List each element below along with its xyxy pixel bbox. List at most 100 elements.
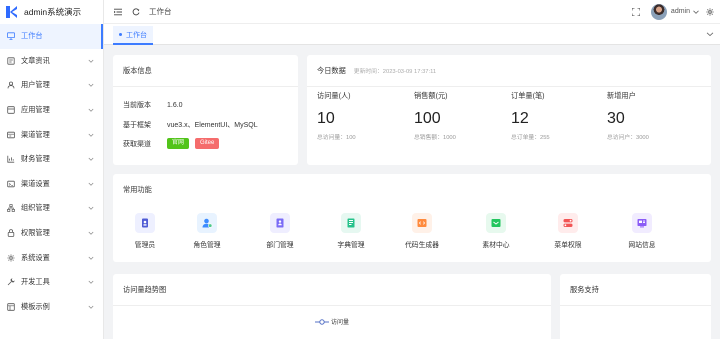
framework-row: 基于框架 vue3.x、ElementUI、MySQL	[123, 120, 258, 130]
sidebar-item[interactable]: 权限管理	[0, 221, 103, 246]
fullscreen-icon[interactable]	[632, 7, 641, 16]
tab-label: 工作台	[126, 31, 147, 39]
stat-label: 新增用户	[607, 91, 636, 100]
function-item[interactable]: 菜单权限	[533, 213, 603, 249]
monitor-icon	[7, 32, 15, 41]
logo[interactable]: admin系统演示	[0, 0, 103, 24]
sidebar-item-label: 系统设置	[21, 252, 50, 262]
website-icon	[632, 213, 652, 233]
legend-line-icon	[315, 318, 329, 325]
update-time: 更新时间：2023-03-09 17:37:11	[353, 69, 437, 75]
chevron-down-icon	[87, 254, 95, 262]
function-label: 角色管理	[193, 242, 221, 249]
dictionary-icon	[341, 213, 361, 233]
function-label: 素材中心	[482, 242, 510, 249]
sidebar-item[interactable]: 开发工具	[0, 270, 103, 295]
template-icon	[7, 303, 15, 311]
chevron-down-icon	[87, 278, 95, 286]
menu-permission-icon	[558, 213, 578, 233]
today-card-title: 今日数据	[317, 66, 346, 75]
divider	[307, 86, 711, 87]
function-item[interactable]: 素材中心	[461, 213, 531, 249]
legend-label: 访问量	[331, 320, 350, 326]
sidebar-item[interactable]: 用户管理	[0, 73, 103, 98]
admin-icon	[135, 213, 155, 233]
function-label: 管理员	[134, 242, 156, 249]
stat-orders: 订单量(笔) 12 总订单量：255	[511, 91, 550, 141]
stat-total: 总销售额：1000	[414, 135, 456, 141]
version-card-title: 版本信息	[123, 66, 152, 75]
function-item[interactable]: 角色管理	[172, 213, 242, 249]
sidebar-item[interactable]: 财务管理	[0, 147, 103, 172]
sidebar-item[interactable]: 工作台	[0, 24, 103, 49]
tabs-chevron-down-icon[interactable]	[706, 30, 714, 38]
tab-dot	[119, 33, 122, 36]
chevron-down-icon	[87, 180, 95, 188]
tab-workbench[interactable]: 工作台	[113, 26, 153, 45]
official-site-tag[interactable]: 官网	[167, 138, 190, 149]
functions-card-title: 常用功能	[123, 185, 152, 194]
chevron-down-icon	[87, 57, 95, 65]
sidebar-item[interactable]: 系统设置	[0, 245, 103, 270]
stat-label: 订单量(笔)	[511, 91, 545, 100]
function-label: 代码生成器	[405, 242, 439, 249]
chevron-down-icon	[87, 155, 95, 163]
framework-key: 基于框架	[123, 122, 151, 129]
chevron-down-icon	[87, 131, 95, 139]
sidebar-item[interactable]: 组织管理	[0, 196, 103, 221]
stat-total: 总访问户：3000	[607, 135, 649, 141]
function-label: 字典管理	[337, 242, 365, 249]
username[interactable]: admin	[671, 8, 690, 15]
function-item[interactable]: 网站信息	[607, 213, 677, 249]
refresh-icon[interactable]	[131, 7, 140, 16]
sidebar-item-label: 用户管理	[21, 80, 50, 90]
chart-legend[interactable]: 访问量	[315, 317, 349, 326]
sidebar-item[interactable]: 渠道管理	[0, 122, 103, 147]
avatar[interactable]	[650, 3, 667, 20]
channel-settings-icon	[7, 180, 15, 188]
menu-toggle-icon[interactable]	[113, 7, 122, 16]
channel-key: 获取渠道	[123, 140, 151, 148]
function-label: 部门管理	[266, 242, 294, 249]
sidebar-item[interactable]: 文章资讯	[0, 49, 103, 74]
stat-value: 30	[607, 110, 625, 127]
function-label: 菜单权限	[554, 242, 582, 249]
gear-icon	[7, 254, 15, 262]
user-icon	[7, 81, 15, 89]
framework-value: vue3.x、ElementUI、MySQL	[167, 122, 258, 129]
function-item[interactable]: 字典管理	[316, 213, 386, 249]
version-card: 版本信息 当前版本 1.6.0 基于框架 vue3.x、ElementUI、My…	[113, 55, 298, 165]
breadcrumb[interactable]: 工作台	[149, 6, 172, 17]
sidebar-item-label: 文章资讯	[21, 55, 50, 65]
function-item[interactable]: 管理员	[110, 213, 180, 249]
chevron-down-icon	[87, 81, 95, 89]
today-data-card: 今日数据 更新时间：2023-03-09 17:37:11 访问量(人) 10 …	[307, 55, 711, 165]
sidebar-item[interactable]: 模板示例	[0, 295, 103, 320]
material-icon	[486, 213, 506, 233]
function-label: 网站信息	[628, 242, 656, 249]
department-icon	[270, 213, 290, 233]
sidebar-item-label: 应用管理	[21, 105, 50, 115]
function-item[interactable]: 部门管理	[245, 213, 315, 249]
sidebar-item[interactable]: 渠道设置	[0, 172, 103, 197]
gitee-tag[interactable]: Gitee	[195, 138, 220, 149]
divider	[560, 305, 711, 306]
stat-value: 100	[414, 110, 441, 127]
version-key: 当前版本	[123, 102, 151, 109]
stat-new-users: 新增用户 30 总访问户：3000	[607, 91, 649, 141]
chevron-down-icon[interactable]	[693, 9, 699, 15]
stat-label: 销售额(元)	[414, 91, 448, 100]
stat-value: 10	[317, 110, 335, 127]
sidebar-item[interactable]: 应用管理	[0, 98, 103, 123]
gear-icon[interactable]	[706, 7, 714, 16]
sidebar-item-label: 组织管理	[21, 203, 50, 213]
sidebar: admin系统演示 工作台文章资讯用户管理应用管理渠道管理 财务管理 渠道设置组织管…	[0, 0, 104, 339]
sidebar-item-label: 工作台	[21, 31, 43, 41]
header: 工作台 admin	[104, 0, 720, 24]
stat-total: 总访问量：100	[317, 135, 356, 141]
app-title: admin系统演示	[24, 7, 82, 17]
stat-value: 12	[511, 110, 529, 127]
chevron-down-icon	[87, 229, 95, 237]
code-generator-icon	[412, 213, 432, 233]
function-item[interactable]: 代码生成器	[387, 213, 457, 249]
